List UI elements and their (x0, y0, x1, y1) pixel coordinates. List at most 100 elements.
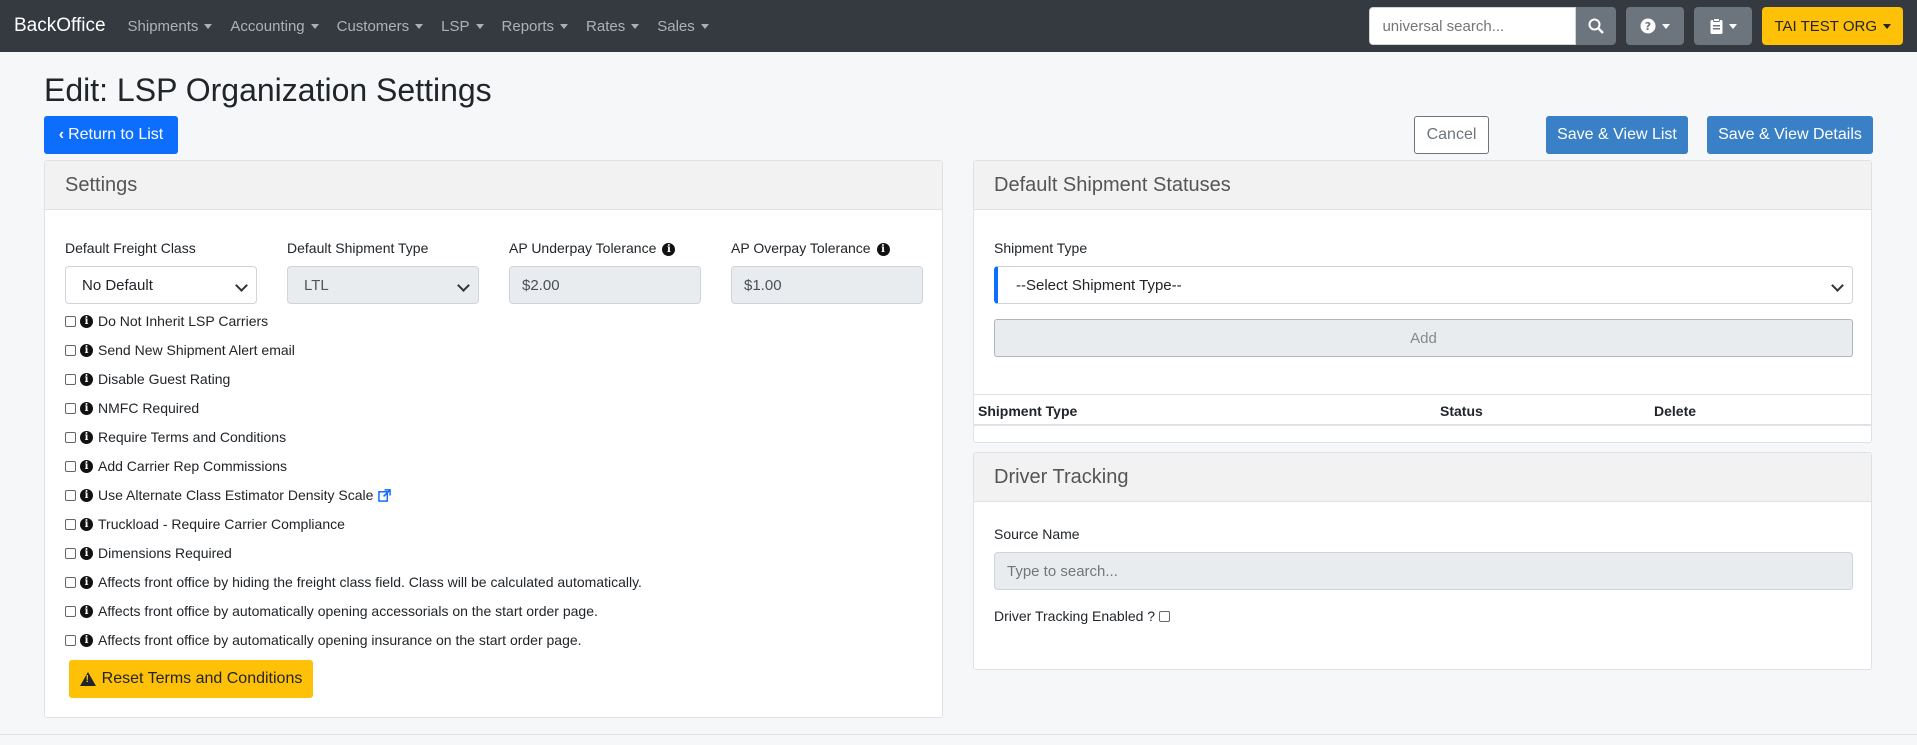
checkbox[interactable] (65, 402, 76, 414)
actions-row: ‹ Return to List Cancel Save & View List… (44, 116, 1873, 156)
add-button[interactable]: Add (994, 319, 1853, 357)
page-title: Edit: LSP Organization Settings (44, 72, 492, 108)
checkbox-row: i Send New Shipment Alert email (65, 340, 295, 360)
clipboard-dropdown-button[interactable] (1694, 7, 1753, 45)
checkbox-row: i Affects front office by automatically o… (65, 601, 598, 621)
chevron-down-icon (700, 23, 709, 29)
checkbox[interactable] (65, 518, 76, 530)
search-icon (1588, 18, 1605, 34)
column-header: Shipment Type (978, 403, 1078, 419)
shipment-type-label: Shipment Type (994, 240, 1088, 256)
question-icon: ? (1640, 18, 1656, 34)
chevron-down-icon (310, 23, 319, 29)
freight-class-label: Default Freight Class (65, 240, 196, 256)
footer-divider (0, 734, 1917, 735)
driver-tracking-enabled-row: Driver Tracking Enabled ? (994, 608, 1174, 624)
nav-right: ? TAI TEST ORG (1369, 7, 1903, 45)
driver-tracking-header: Driver Tracking (974, 453, 1871, 502)
checkbox[interactable] (65, 634, 76, 646)
info-icon[interactable]: i (80, 633, 93, 647)
checkbox[interactable] (65, 547, 76, 559)
checkbox-row: i Dimensions Required (65, 543, 232, 563)
checkbox[interactable] (65, 605, 76, 617)
search-button[interactable] (1576, 7, 1617, 45)
checkbox[interactable] (65, 460, 76, 472)
checkbox[interactable] (65, 373, 76, 385)
nav-shipments[interactable]: Shipments (128, 18, 213, 35)
checkbox-row: i Truckload - Require Carrier Compliance (65, 514, 345, 534)
chevron-down-icon (457, 279, 470, 292)
chevron-down-icon (235, 279, 248, 292)
info-icon[interactable]: i (80, 488, 93, 502)
checkbox[interactable] (65, 431, 76, 443)
navbar: BackOffice Shipments Accounting Customer… (0, 0, 1917, 52)
warning-icon (79, 672, 96, 686)
info-icon[interactable]: i (80, 343, 93, 357)
checkbox-row: i Affects front office by hiding the frei… (65, 572, 642, 592)
info-icon[interactable]: i (80, 459, 93, 473)
checkbox-row: i Disable Guest Rating (65, 369, 230, 389)
chevron-down-icon (475, 23, 484, 29)
help-dropdown-button[interactable]: ? (1626, 7, 1685, 45)
checkbox-row: i Affects front office by automatically o… (65, 630, 582, 650)
driver-tracking-checkbox[interactable] (1159, 610, 1171, 622)
nav-accounting[interactable]: Accounting (230, 18, 319, 35)
universal-search (1369, 7, 1617, 45)
return-to-list-button[interactable]: ‹ Return to List (44, 116, 178, 154)
chevron-down-icon (1728, 23, 1737, 29)
info-icon[interactable]: i (80, 546, 93, 560)
info-icon[interactable]: i (80, 401, 93, 415)
settings-card: Settings Default Freight Class No Defaul… (44, 160, 943, 718)
column-header: Status (1440, 403, 1483, 419)
column-header: Delete (1654, 403, 1697, 419)
org-dropdown-button[interactable]: TAI TEST ORG (1762, 7, 1903, 45)
reset-terms-button[interactable]: Reset Terms and Conditions (69, 660, 313, 698)
shipment-type-select[interactable]: LTL (287, 266, 479, 304)
nav-customers[interactable]: Customers (337, 18, 424, 35)
brand-logo[interactable]: BackOffice (14, 15, 106, 37)
info-icon[interactable]: i (80, 314, 93, 328)
external-link-icon[interactable] (378, 488, 392, 502)
checkbox[interactable] (65, 315, 76, 327)
overpay-tolerance-input[interactable]: $1.00 (731, 266, 923, 304)
nav-lsp[interactable]: LSP (441, 18, 484, 35)
shipment-statuses-card: Default Shipment Statuses Shipment Type … (973, 160, 1872, 443)
source-name-input[interactable] (994, 552, 1853, 590)
source-name-label: Source Name (994, 526, 1080, 542)
info-icon[interactable]: i (80, 372, 93, 386)
info-icon[interactable]: i (80, 604, 93, 618)
checkbox-row: i Require Terms and Conditions (65, 427, 286, 447)
clipboard-icon (1710, 18, 1723, 34)
checkbox-row: i Add Carrier Rep Commissions (65, 456, 287, 476)
checkbox-row: i NMFC Required (65, 398, 199, 418)
checkbox[interactable] (65, 344, 76, 356)
info-icon[interactable]: i (662, 242, 676, 256)
underpay-tolerance-input[interactable]: $2.00 (509, 266, 701, 304)
save-view-list-button[interactable]: Save & View List (1546, 116, 1688, 154)
info-icon[interactable]: i (80, 517, 93, 531)
nav-reports[interactable]: Reports (502, 18, 569, 35)
checkbox[interactable] (65, 489, 76, 501)
chevron-down-icon (1831, 279, 1844, 292)
nav-rates[interactable]: Rates (586, 18, 640, 35)
chevron-down-icon (560, 23, 569, 29)
chevron-left-icon: ‹ (58, 126, 65, 143)
statuses-table-header: Shipment Type Status Delete (974, 394, 1871, 426)
shipment-statuses-header: Default Shipment Statuses (974, 161, 1871, 210)
page: Edit: LSP Organization Settings ‹ Return… (0, 70, 1917, 156)
checkbox[interactable] (65, 576, 76, 588)
chevron-down-icon (1662, 23, 1671, 29)
search-input[interactable] (1369, 7, 1577, 45)
info-icon[interactable]: i (80, 430, 93, 444)
overpay-tolerance-label: AP Overpay Tolerance i (731, 240, 890, 256)
chevron-down-icon (204, 23, 213, 29)
freight-class-select[interactable]: No Default (65, 266, 257, 304)
checkbox-row: i Do Not Inherit LSP Carriers (65, 311, 268, 331)
save-view-details-button[interactable]: Save & View Details (1707, 116, 1873, 154)
shipment-type-label: Default Shipment Type (287, 240, 429, 256)
nav-sales[interactable]: Sales (657, 18, 709, 35)
shipment-type-select[interactable]: --Select Shipment Type-- (994, 266, 1853, 304)
cancel-button[interactable]: Cancel (1414, 116, 1489, 154)
info-icon[interactable]: i (80, 575, 93, 589)
info-icon[interactable]: i (876, 242, 890, 256)
